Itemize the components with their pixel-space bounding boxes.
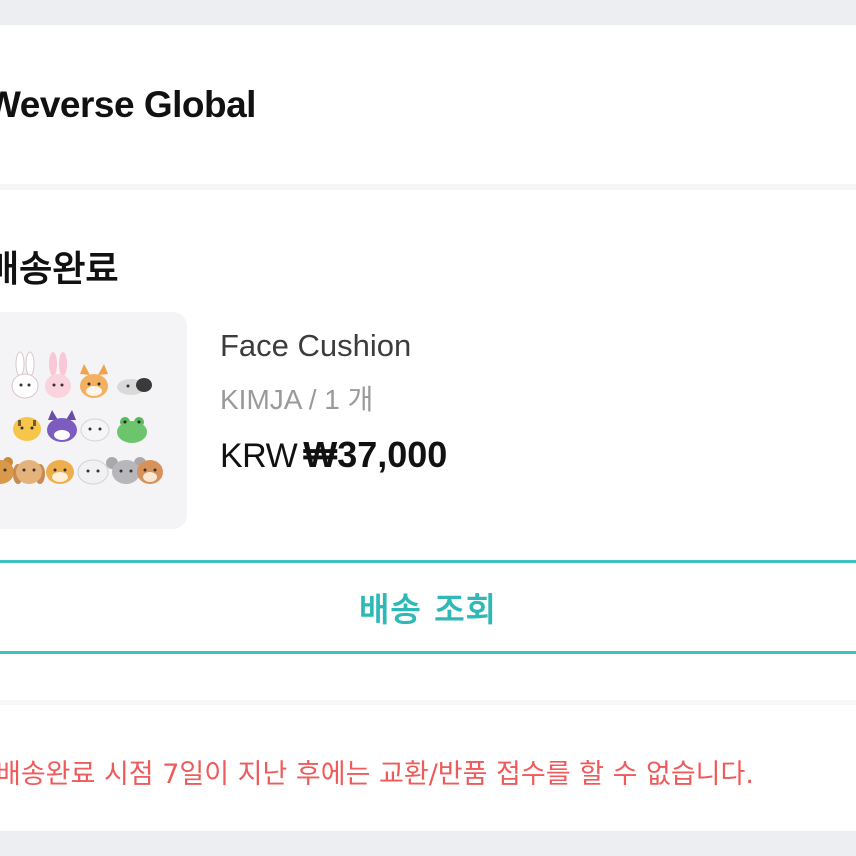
- bear-face-icon: [0, 457, 14, 484]
- track-delivery-label: 배송 조회: [359, 590, 497, 629]
- puppy-white-face-icon: [80, 418, 110, 442]
- notice-divider: [0, 700, 856, 705]
- dog-face-icon: [13, 460, 45, 484]
- bunny-face-icon: [11, 351, 39, 399]
- frog-face-icon: [117, 417, 147, 443]
- squirrel-face-icon: [137, 460, 163, 484]
- fox-face-icon: [80, 364, 108, 398]
- track-delivery-button[interactable]: 배송 조회: [0, 560, 856, 654]
- sheep-face-icon: [77, 459, 109, 485]
- product-thumbnail[interactable]: [0, 312, 187, 529]
- cat-face-icon: [117, 378, 152, 395]
- store-title: Weverse Global: [0, 84, 256, 125]
- delivery-status-title: 배송완료: [0, 249, 119, 290]
- hamster-face-icon: [46, 460, 74, 484]
- tiger-face-icon: [13, 417, 41, 441]
- product-option: KIMJA / 1 개: [220, 384, 374, 415]
- product-name[interactable]: Face Cushion: [220, 328, 411, 364]
- wolf-face-icon: [47, 410, 77, 442]
- price-currency: KRW: [220, 437, 298, 475]
- return-policy-notice: 배송완료 시점 7일이 지난 후에는 교환/반품 접수를 할 수 없습니다.: [0, 759, 754, 790]
- price-amount: ₩37,000: [303, 434, 448, 475]
- pink-bunny-face-icon: [45, 352, 71, 398]
- face-cushion-image: [0, 351, 163, 485]
- section-divider: [0, 184, 856, 190]
- product-price: KRW ₩37,000: [220, 434, 447, 476]
